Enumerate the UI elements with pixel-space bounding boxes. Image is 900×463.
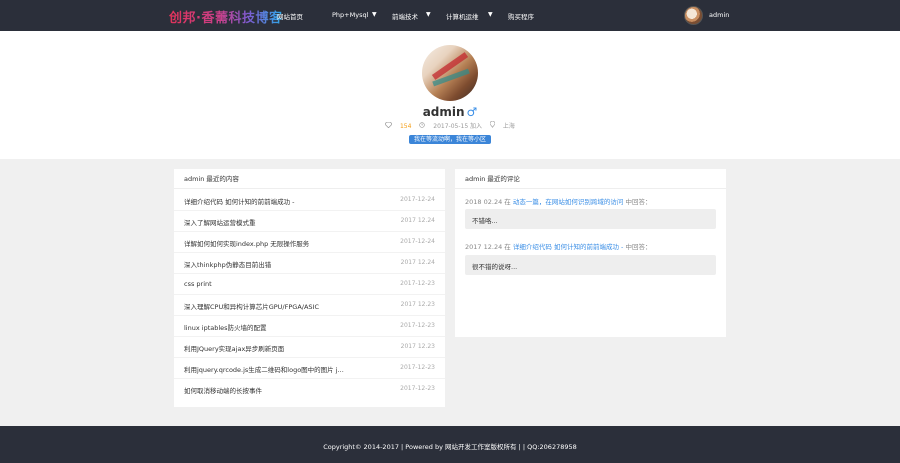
footer-copyright: Copyright© 2014-2017 | Powered by 网站开发工作…: [323, 443, 577, 451]
top-navbar: 创邦·香薷科技博客 网站首页 Php+Mysql ▼ 前端技术 ▼ 计算机运维 …: [0, 0, 900, 31]
list-item[interactable]: 详解如何如何实现index.php 无限操作服务 2017-12-24: [174, 232, 445, 253]
post-title[interactable]: linux iptables防火墙的配置: [184, 322, 267, 332]
nav-item-buy[interactable]: 购买程序: [508, 11, 534, 21]
profile-name: admin: [422, 105, 465, 119]
comment-date: 2018 02.24: [465, 198, 503, 206]
chevron-down-icon[interactable]: ▼: [372, 11, 377, 18]
comment-date: 2017 12.24: [465, 243, 503, 251]
list-item[interactable]: 利用jquery.qrcode.js生成二维码和logo图中的图片 j... 20…: [174, 358, 445, 379]
male-icon: ♂: [466, 105, 478, 119]
post-title[interactable]: 深入理解CPU和异构计算芯片GPU/FPGA/ASIC: [184, 301, 319, 311]
comment-meta: 2017 12.24 在 详细介绍代码 如何计知的前前端成功 - 中回答：: [465, 241, 651, 251]
comment-body: 很不错的说呀...: [465, 255, 716, 275]
chevron-down-icon[interactable]: ▼: [488, 11, 493, 18]
comment-post-link[interactable]: 详细介绍代码 如何计知的前前端成功 -: [513, 243, 623, 251]
join-date: 2017-05-15 加入: [433, 123, 483, 130]
list-item[interactable]: linux iptables防火墙的配置 2017-12-23: [174, 316, 445, 337]
nav-item-php-mysql[interactable]: Php+Mysql: [332, 11, 368, 19]
post-title[interactable]: 详解如何如何实现index.php 无限操作服务: [184, 238, 309, 248]
comment-text: 不错咯...: [472, 217, 498, 225]
recent-posts-heading: admin 最近的内容: [174, 169, 445, 189]
comment-text: 很不错的说呀...: [472, 263, 518, 271]
post-date: 2017-12-24: [400, 196, 435, 203]
comment-suffix: 中回答：: [625, 198, 652, 206]
list-item[interactable]: 如何取消移动端的长按事件 2017-12-23: [174, 379, 445, 400]
list-item[interactable]: 利用JQuery实现ajax异步刷新页面 2017 12.23: [174, 337, 445, 358]
signature-badge: 我在等流动啊，我在等小区: [409, 135, 491, 144]
profile-meta: 154 2017-05-15 加入 上海: [0, 120, 900, 130]
recent-comments-panel: admin 最近的评论 2018 02.24 在 动态一篇，在网站如何识别跨域的…: [455, 169, 726, 337]
comment-prefix: 在: [504, 243, 511, 251]
post-date: 2017-12-23: [400, 322, 435, 329]
recent-posts-panel: admin 最近的内容 详细介绍代码 如何计知的前前端成功 - 2017-12-2…: [174, 169, 445, 407]
list-item[interactable]: 深入理解CPU和异构计算芯片GPU/FPGA/ASIC 2017 12.23: [174, 295, 445, 316]
post-title[interactable]: 如何取消移动端的长按事件: [184, 385, 262, 395]
list-item[interactable]: 详细介绍代码 如何计知的前前端成功 - 2017-12-24: [174, 190, 445, 211]
comment-body: 不错咯...: [465, 209, 716, 229]
profile-header: admin ♂ 154 2017-05-15 加入 上海 我在等流动啊，我在等小区: [0, 31, 900, 159]
post-title[interactable]: css print: [184, 280, 212, 288]
chevron-down-icon[interactable]: ▼: [426, 11, 431, 18]
clock-icon: [419, 122, 427, 130]
post-date: 2017-12-23: [400, 385, 435, 392]
list-item[interactable]: 深入thinkphp伪静态目前出错 2017 12.24: [174, 253, 445, 274]
comment-meta: 2018 02.24 在 动态一篇，在网站如何识别跨域的访问 中回答：: [465, 196, 651, 206]
post-date: 2017-12-23: [400, 280, 435, 287]
post-title[interactable]: 深入thinkphp伪静态目前出错: [184, 259, 271, 269]
nav-item-ops[interactable]: 计算机运维: [446, 11, 479, 21]
post-title[interactable]: 详细介绍代码 如何计知的前前端成功 -: [184, 196, 294, 206]
nav-item-frontend[interactable]: 前端技术: [392, 11, 418, 21]
post-title[interactable]: 利用jquery.qrcode.js生成二维码和logo图中的图片 j...: [184, 364, 344, 374]
post-date: 2017 12.23: [400, 343, 435, 350]
location-pin-icon: [489, 120, 497, 130]
nav-item-home[interactable]: 网站首页: [277, 11, 303, 21]
comment-suffix: 中回答：: [625, 243, 652, 251]
comment-prefix: 在: [504, 198, 511, 206]
comment-post-link[interactable]: 动态一篇，在网站如何识别跨域的访问: [513, 198, 624, 206]
list-item[interactable]: css print 2017-12-23: [174, 274, 445, 295]
user-avatar[interactable]: [684, 6, 703, 25]
post-title[interactable]: 深入了解网站运营模式重: [184, 217, 256, 227]
nav-username[interactable]: admin: [709, 11, 729, 19]
location: 上海: [502, 123, 515, 130]
profile-avatar: [422, 45, 478, 101]
site-logo[interactable]: 创邦·香薷科技博客: [169, 7, 282, 26]
post-date: 2017 12.24: [400, 217, 435, 224]
post-date: 2017-12-23: [400, 364, 435, 371]
post-date: 2017-12-24: [400, 238, 435, 245]
points-count: 154: [399, 123, 412, 130]
profile-name-row: admin ♂: [0, 105, 900, 119]
list-item[interactable]: 深入了解网站运营模式重 2017 12.24: [174, 211, 445, 232]
recent-comments-heading: admin 最近的评论: [455, 169, 726, 189]
gem-icon: [384, 121, 394, 130]
post-date: 2017 12.24: [400, 259, 435, 266]
post-date: 2017 12.23: [400, 301, 435, 308]
site-footer: Copyright© 2014-2017 | Powered by 网站开发工作…: [0, 426, 900, 463]
post-title[interactable]: 利用JQuery实现ajax异步刷新页面: [184, 343, 284, 353]
